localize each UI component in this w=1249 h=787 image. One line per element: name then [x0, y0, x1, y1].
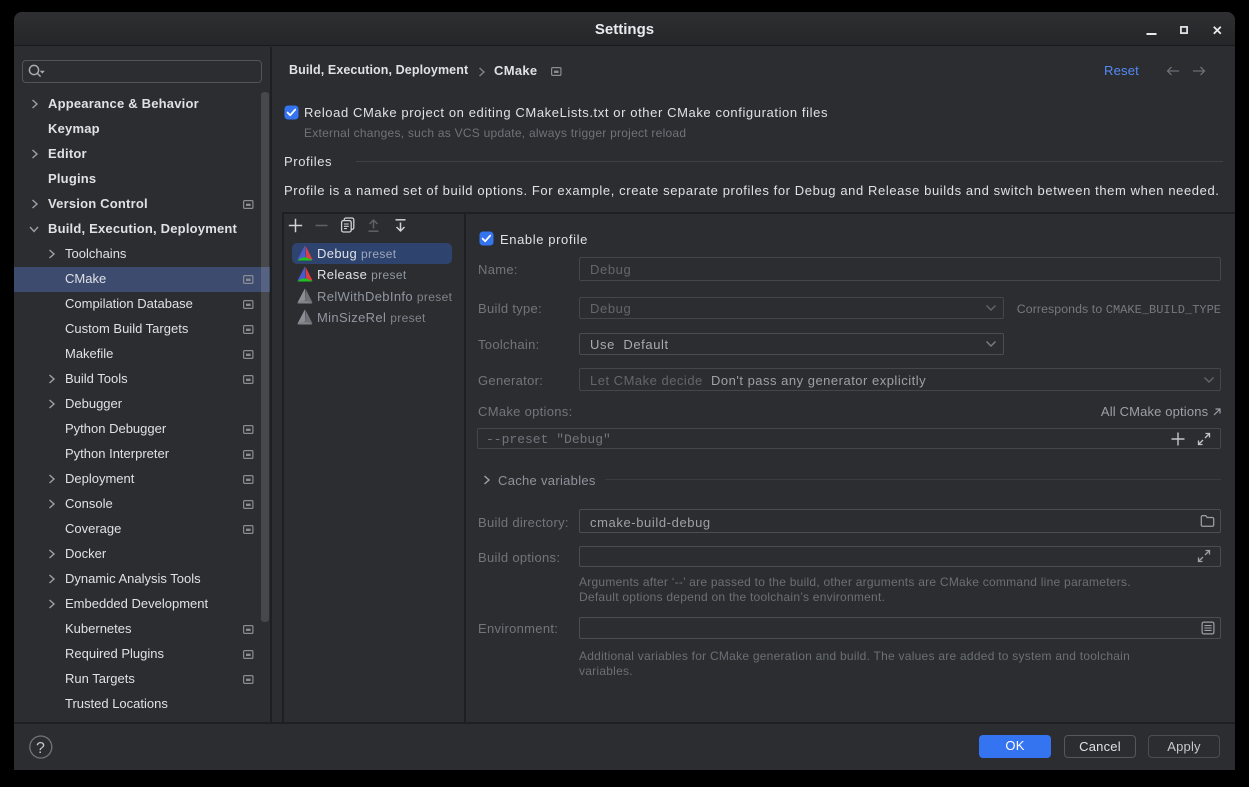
svg-text:?: ?	[36, 740, 46, 757]
